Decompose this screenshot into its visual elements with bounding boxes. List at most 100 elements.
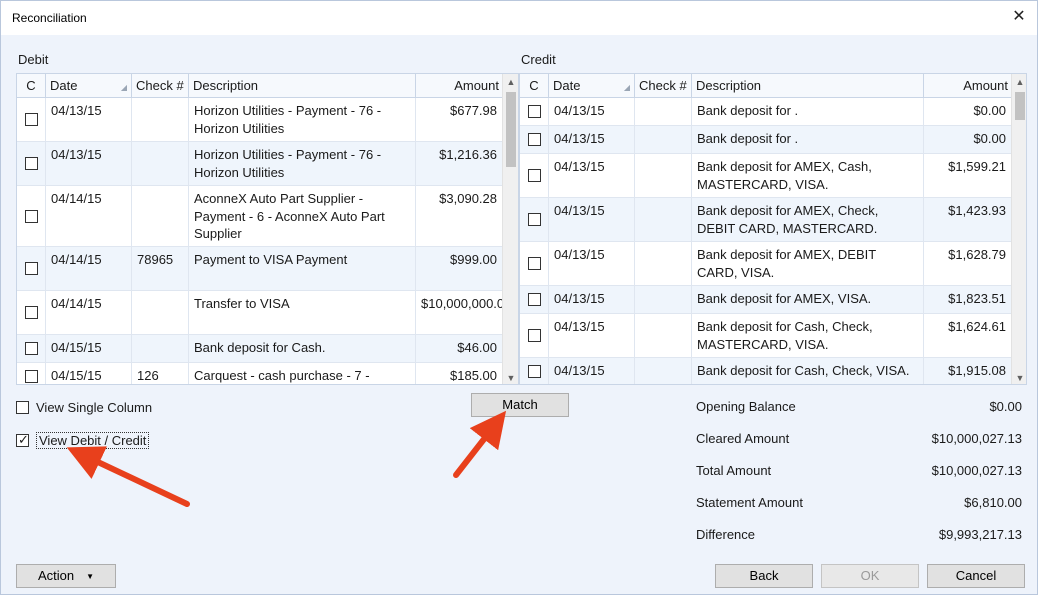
credit-row-checkbox[interactable]: [528, 257, 541, 270]
debit-table-row[interactable]: 04/15/15 126 Carquest - cash purchase - 7 …: [17, 363, 502, 384]
close-icon[interactable]: ✕: [1011, 8, 1027, 26]
debit-table-row[interactable]: 04/14/15 78965 Payment to VISA Payment $999…: [17, 247, 502, 291]
debit-cell-description: Transfer to VISA: [189, 291, 416, 334]
view-single-column-option[interactable]: View Single Column: [16, 400, 152, 415]
debit-col-c[interactable]: C: [17, 74, 46, 98]
credit-row-check-cell: [520, 286, 549, 313]
credit-cell-description: Bank deposit for Cash, Check, VISA.: [692, 358, 924, 384]
debit-scrollbar[interactable]: ▲ ▼: [502, 74, 518, 384]
debit-cell-amount: $999.00: [450, 252, 497, 267]
credit-scrollbar[interactable]: ▲ ▼: [1011, 74, 1026, 384]
debit-table-row[interactable]: 04/15/15 Bank deposit for Cash. $46.00: [17, 335, 502, 363]
credit-table-row[interactable]: 04/13/15 Bank deposit for AMEX, DEBIT CAR…: [520, 242, 1011, 286]
debit-cell-description: Bank deposit for Cash.: [189, 335, 416, 362]
debit-col-check[interactable]: Check #: [132, 74, 189, 98]
credit-row-checkbox[interactable]: [528, 329, 541, 342]
debit-cell-description: Horizon Utilities - Payment - 76 - Horiz…: [189, 142, 416, 185]
debit-scroll-thumb[interactable]: [506, 92, 516, 167]
scroll-down-icon[interactable]: ▼: [1012, 370, 1026, 384]
view-debit-credit-option[interactable]: ✓ View Debit / Credit: [16, 432, 150, 449]
debit-col-date[interactable]: Date ◢: [46, 74, 132, 98]
action-dropdown-button[interactable]: Action ▼: [16, 564, 116, 588]
credit-cell-amount: $0.00: [973, 103, 1006, 118]
back-button[interactable]: Back: [715, 564, 813, 588]
scroll-up-icon[interactable]: ▲: [503, 74, 518, 90]
debit-row-checkbox[interactable]: [25, 306, 38, 319]
credit-col-date[interactable]: Date ◢: [549, 74, 635, 98]
debit-row-checkbox[interactable]: [25, 157, 38, 170]
debit-cell-check: 126: [132, 363, 189, 384]
credit-cell-amount: $1,628.79: [948, 247, 1006, 262]
debit-cell-date: 04/15/15: [46, 335, 132, 362]
credit-cell-check: [635, 198, 692, 241]
credit-table-row[interactable]: 04/13/15 Bank deposit for Cash, Check, MA…: [520, 314, 1011, 358]
credit-cell-amount: $1,624.61: [948, 319, 1006, 334]
credit-cell-description: Bank deposit for Cash, Check, MASTERCARD…: [692, 314, 924, 357]
debit-cell-description: Payment to VISA Payment: [189, 247, 416, 290]
scroll-down-icon[interactable]: ▼: [503, 370, 518, 384]
difference-label: Difference: [696, 527, 756, 542]
debit-row-check-cell: [17, 335, 46, 362]
debit-row-check-cell: [17, 291, 46, 334]
credit-table-row[interactable]: 04/13/15 Bank deposit for AMEX, Cash, MAS…: [520, 154, 1011, 198]
credit-header: C Date ◢ Check # Description Amount: [520, 74, 1011, 98]
debit-cell-amount: $1,216.36: [439, 147, 497, 162]
debit-label: Debit: [18, 52, 49, 67]
debit-table-row[interactable]: 04/14/15 AconneX Auto Part Supplier - Pay…: [17, 186, 502, 247]
debit-col-date-label: Date: [50, 78, 78, 93]
credit-cell-date: 04/13/15: [549, 154, 635, 197]
credit-row-checkbox[interactable]: [528, 133, 541, 146]
debit-cell-date: 04/13/15: [46, 98, 132, 141]
scroll-up-icon[interactable]: ▲: [1012, 74, 1026, 90]
ok-button[interactable]: OK: [821, 564, 919, 588]
credit-col-date-label: Date: [553, 78, 581, 93]
debit-row-checkbox[interactable]: [25, 262, 38, 275]
cancel-button[interactable]: Cancel: [927, 564, 1025, 588]
debit-row-checkbox[interactable]: [25, 113, 38, 126]
debit-cell-amount: $3,090.28: [439, 191, 497, 206]
match-button[interactable]: Match: [471, 393, 569, 417]
credit-table-row[interactable]: 04/13/15 Bank deposit for AMEX, Check, DE…: [520, 198, 1011, 242]
debit-row-checkbox[interactable]: [25, 210, 38, 223]
credit-scroll-thumb[interactable]: [1015, 92, 1025, 120]
credit-cell-check: [635, 126, 692, 153]
credit-row-checkbox[interactable]: [528, 365, 541, 378]
credit-col-c[interactable]: C: [520, 74, 549, 98]
credit-cell-amount: $1,599.21: [948, 159, 1006, 174]
credit-col-description[interactable]: Description: [692, 74, 924, 98]
debit-cell-check: [132, 291, 189, 334]
debit-row-checkbox[interactable]: [25, 342, 38, 355]
credit-cell-date: 04/13/15: [549, 242, 635, 285]
debit-row-checkbox[interactable]: [25, 370, 38, 383]
credit-cell-check: [635, 154, 692, 197]
credit-table-row[interactable]: 04/13/15 Bank deposit for . $0.00: [520, 98, 1011, 126]
credit-cell-date: 04/13/15: [549, 314, 635, 357]
credit-row-checkbox[interactable]: [528, 293, 541, 306]
credit-table-row[interactable]: 04/13/15 Bank deposit for AMEX, VISA. $1,8…: [520, 286, 1011, 314]
view-single-column-checkbox[interactable]: [16, 401, 29, 414]
debit-col-amount[interactable]: Amount: [416, 74, 502, 98]
debit-table-row[interactable]: 04/13/15 Horizon Utilities - Payment - 76…: [17, 142, 502, 186]
credit-cell-amount: $1,915.08: [948, 363, 1006, 378]
credit-cell-description: Bank deposit for AMEX, DEBIT CARD, VISA.: [692, 242, 924, 285]
credit-table-row[interactable]: 04/13/15 Bank deposit for . $0.00: [520, 126, 1011, 154]
credit-table-row[interactable]: 04/13/15 Bank deposit for Cash, Check, VI…: [520, 358, 1011, 384]
credit-col-amount[interactable]: Amount: [924, 74, 1011, 98]
credit-label: Credit: [521, 52, 556, 67]
debit-col-description[interactable]: Description: [189, 74, 416, 98]
credit-row-checkbox[interactable]: [528, 169, 541, 182]
debit-cell-check: 78965: [132, 247, 189, 290]
debit-table-row[interactable]: 04/13/15 Horizon Utilities - Payment - 76…: [17, 98, 502, 142]
credit-row-checkbox[interactable]: [528, 213, 541, 226]
debit-table-row[interactable]: 04/14/15 Transfer to VISA $10,000,000.00: [17, 291, 502, 335]
credit-col-check[interactable]: Check #: [635, 74, 692, 98]
view-debit-credit-checkbox[interactable]: ✓: [16, 432, 29, 447]
statement-amount-label: Statement Amount: [696, 495, 803, 510]
credit-cell-date: 04/13/15: [549, 358, 635, 384]
caret-down-icon: ▼: [86, 571, 95, 581]
credit-grid: C Date ◢ Check # Description Amount 04/13…: [519, 73, 1027, 385]
view-single-column-label: View Single Column: [36, 400, 153, 415]
credit-cell-amount: $1,423.93: [948, 203, 1006, 218]
debit-cell-date: 04/14/15: [46, 247, 132, 290]
credit-row-checkbox[interactable]: [528, 105, 541, 118]
